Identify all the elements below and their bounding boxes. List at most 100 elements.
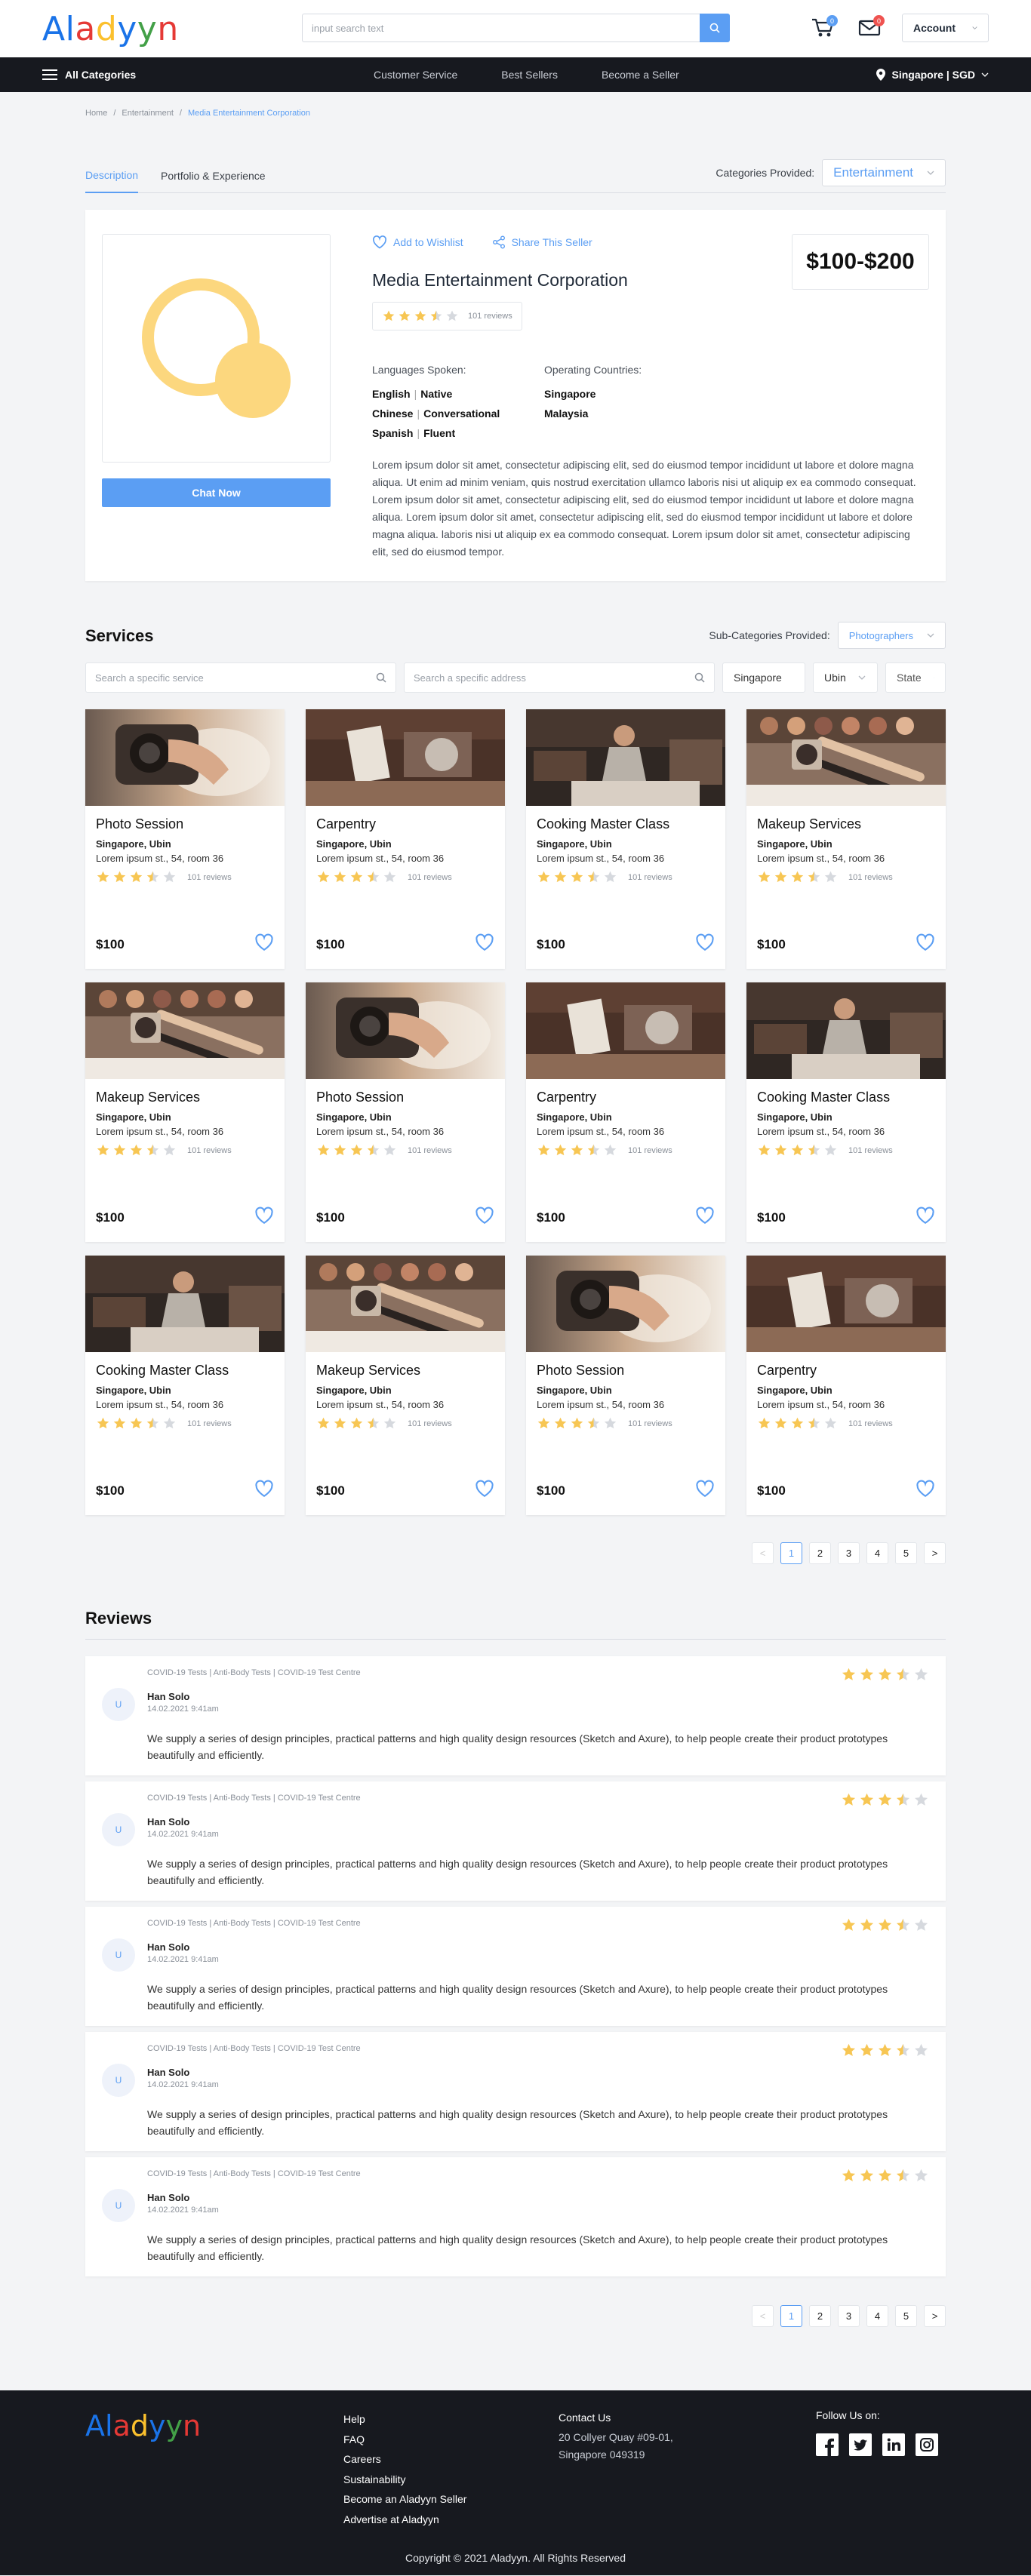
service-search-input[interactable]: Search a specific service <box>85 662 396 693</box>
service-title[interactable]: Photo Session <box>96 816 274 832</box>
service-card[interactable]: Cooking Master Class Singapore, Ubin Lorem… <box>526 709 725 969</box>
footer-link-faq[interactable]: FAQ <box>343 2430 466 2450</box>
service-title[interactable]: Carpentry <box>316 816 494 832</box>
service-card[interactable]: Cooking Master Class Singapore, Ubin Lorem… <box>85 1256 285 1515</box>
heart-icon[interactable] <box>695 933 715 955</box>
service-card[interactable]: Carpentry Singapore, Ubin Lorem ipsum st.,… <box>526 982 725 1242</box>
star-rating <box>757 870 838 884</box>
service-title[interactable]: Photo Session <box>537 1363 715 1379</box>
service-image[interactable] <box>85 1256 285 1352</box>
heart-icon[interactable] <box>254 1480 274 1502</box>
service-title[interactable]: Cooking Master Class <box>96 1363 274 1379</box>
service-title[interactable]: Makeup Services <box>316 1363 494 1379</box>
footer-link-become-seller[interactable]: Become an Aladyyn Seller <box>343 2489 466 2510</box>
facebook-icon[interactable] <box>816 2433 839 2458</box>
heart-icon[interactable] <box>475 1207 494 1228</box>
tab-description[interactable]: Description <box>85 169 139 193</box>
service-card[interactable]: Carpentry Singapore, Ubin Lorem ipsum st.,… <box>746 1256 946 1515</box>
heart-icon[interactable] <box>695 1207 715 1228</box>
pagination-page-2[interactable]: 2 <box>809 2305 831 2327</box>
service-image[interactable] <box>306 1256 505 1352</box>
heart-icon[interactable] <box>475 933 494 955</box>
pagination-prev-button[interactable]: < <box>752 1542 774 1564</box>
address-search-input[interactable]: Search a specific address <box>404 662 715 693</box>
footer-link-sustainability[interactable]: Sustainability <box>343 2470 466 2490</box>
service-card[interactable]: Photo Session Singapore, Ubin Lorem ipsum … <box>526 1256 725 1515</box>
brand-logo[interactable]: Aladyyn <box>42 10 179 48</box>
service-image[interactable] <box>526 982 725 1079</box>
service-card[interactable]: Makeup Services Singapore, Ubin Lorem ipsu… <box>85 982 285 1242</box>
heart-icon[interactable] <box>695 1480 715 1502</box>
footer-link-advertise[interactable]: Advertise at Aladyyn <box>343 2510 466 2530</box>
pagination-page-5[interactable]: 5 <box>895 1542 917 1564</box>
service-title[interactable]: Makeup Services <box>757 816 935 832</box>
heart-icon[interactable] <box>916 1207 935 1228</box>
heart-icon[interactable] <box>254 1207 274 1228</box>
footer-logo[interactable]: Aladyyn <box>85 2409 201 2442</box>
service-image[interactable] <box>526 709 725 806</box>
footer-link-careers[interactable]: Careers <box>343 2449 466 2470</box>
pagination-page-4[interactable]: 4 <box>866 2305 888 2327</box>
share-seller-link[interactable]: Share This Seller <box>492 235 592 249</box>
chat-now-button[interactable]: Chat Now <box>102 478 331 507</box>
categories-dropdown[interactable]: Entertainment <box>822 159 946 186</box>
tab-portfolio[interactable]: Portfolio & Experience <box>161 170 266 192</box>
add-to-wishlist-link[interactable]: Add to Wishlist <box>372 235 463 249</box>
service-card[interactable]: Makeup Services Singapore, Ubin Lorem ipsu… <box>306 1256 505 1515</box>
service-title[interactable]: Makeup Services <box>96 1090 274 1105</box>
pagination-page-5[interactable]: 5 <box>895 2305 917 2327</box>
country-filter[interactable]: Singapore <box>722 662 805 693</box>
cart-button[interactable]: 0 <box>808 14 838 42</box>
service-image[interactable] <box>306 709 505 806</box>
state-filter[interactable]: State <box>885 662 946 693</box>
service-card[interactable]: Photo Session Singapore, Ubin Lorem ipsum … <box>306 982 505 1242</box>
service-image[interactable] <box>746 982 946 1079</box>
pagination-page-3[interactable]: 3 <box>838 2305 860 2327</box>
all-categories-menu[interactable]: All Categories <box>42 69 136 81</box>
account-dropdown[interactable]: Account <box>902 14 989 42</box>
service-image[interactable] <box>526 1256 725 1352</box>
breadcrumb-entertainment[interactable]: Entertainment <box>122 109 173 118</box>
nav-link-become-seller[interactable]: Become a Seller <box>602 69 679 81</box>
service-title[interactable]: Cooking Master Class <box>537 816 715 832</box>
service-title[interactable]: Photo Session <box>316 1090 494 1105</box>
service-image[interactable] <box>746 1256 946 1352</box>
reviews-count[interactable]: 101 reviews <box>468 312 512 321</box>
nav-link-customer-service[interactable]: Customer Service <box>374 69 457 81</box>
search-button[interactable] <box>700 14 730 42</box>
service-image[interactable] <box>85 709 285 806</box>
service-title[interactable]: Cooking Master Class <box>757 1090 935 1105</box>
pagination-next-button[interactable]: > <box>924 1542 946 1564</box>
service-card[interactable]: Photo Session Singapore, Ubin Lorem ipsum … <box>85 709 285 969</box>
pagination-page-1[interactable]: 1 <box>780 2305 802 2327</box>
pagination-prev-button[interactable]: < <box>752 2305 774 2327</box>
heart-icon[interactable] <box>916 933 935 955</box>
service-card[interactable]: Cooking Master Class Singapore, Ubin Lorem… <box>746 982 946 1242</box>
pagination-page-2[interactable]: 2 <box>809 1542 831 1564</box>
service-image[interactable] <box>306 982 505 1079</box>
heart-icon[interactable] <box>916 1480 935 1502</box>
region-selector[interactable]: Singapore | SGD <box>876 68 989 81</box>
instagram-icon[interactable] <box>916 2433 938 2458</box>
twitter-icon[interactable] <box>849 2433 872 2458</box>
service-title[interactable]: Carpentry <box>757 1363 935 1379</box>
footer-link-help[interactable]: Help <box>343 2409 466 2430</box>
service-image[interactable] <box>85 982 285 1079</box>
nav-link-best-sellers[interactable]: Best Sellers <box>501 69 558 81</box>
pagination-page-1[interactable]: 1 <box>780 1542 802 1564</box>
heart-icon[interactable] <box>254 933 274 955</box>
service-title[interactable]: Carpentry <box>537 1090 715 1105</box>
pagination-page-4[interactable]: 4 <box>866 1542 888 1564</box>
area-filter[interactable]: Ubin <box>813 662 878 693</box>
pagination-page-3[interactable]: 3 <box>838 1542 860 1564</box>
pagination-next-button[interactable]: > <box>924 2305 946 2327</box>
service-card[interactable]: Makeup Services Singapore, Ubin Lorem ipsu… <box>746 709 946 969</box>
search-input[interactable] <box>302 14 700 42</box>
service-card[interactable]: Carpentry Singapore, Ubin Lorem ipsum st.,… <box>306 709 505 969</box>
breadcrumb-home[interactable]: Home <box>85 109 107 118</box>
mail-button[interactable]: 0 <box>854 14 885 42</box>
service-image[interactable] <box>746 709 946 806</box>
subcategories-dropdown[interactable]: Photographers <box>837 622 946 649</box>
heart-icon[interactable] <box>475 1480 494 1502</box>
linkedin-icon[interactable] <box>882 2433 905 2458</box>
